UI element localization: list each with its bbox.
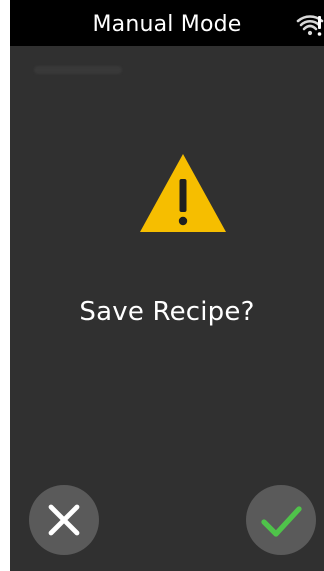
save-recipe-screen: Manual Mode Save Recipe? (10, 0, 324, 571)
background-shadow (34, 66, 122, 74)
confirm-button[interactable] (246, 485, 316, 555)
checkmark-icon (246, 485, 316, 555)
status-bar: Manual Mode (10, 0, 324, 46)
cancel-button[interactable] (29, 485, 99, 555)
close-icon (29, 485, 99, 555)
warning-icon (140, 154, 226, 232)
wifi-alert-icon (296, 13, 324, 39)
save-recipe-prompt: Save Recipe? (79, 297, 255, 327)
page-title: Manual Mode (92, 12, 242, 37)
